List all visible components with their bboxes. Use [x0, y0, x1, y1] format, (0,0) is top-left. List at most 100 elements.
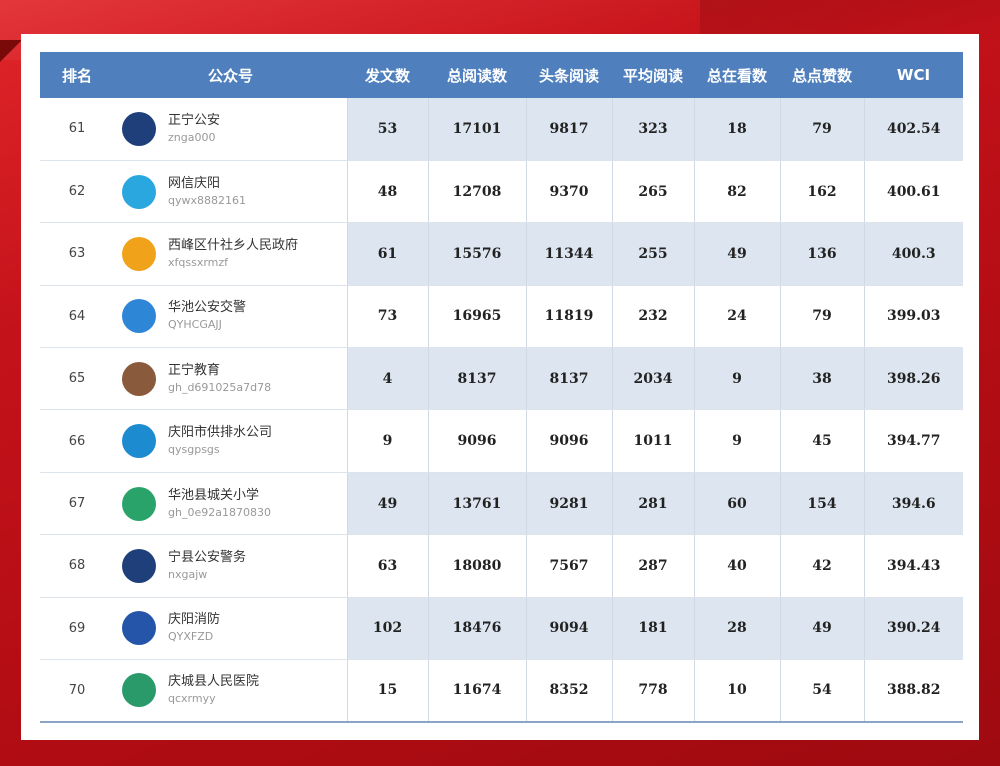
account-cell[interactable]: 华池公安交警 QYHCGAJJ: [114, 285, 347, 349]
headline-reads-cell: 8137: [525, 347, 612, 411]
rank-cell: 64: [40, 285, 114, 349]
headline-reads-cell: 11344: [525, 222, 612, 286]
corner-decoration: [0, 40, 22, 62]
avg-reads-cell: 265: [611, 160, 694, 224]
headline-reads-cell: 7567: [525, 534, 612, 598]
likes-cell: 79: [779, 285, 864, 349]
watching-cell: 9: [693, 347, 780, 411]
watching-cell: 82: [693, 160, 780, 224]
account-cell[interactable]: 华池县城关小学 gh_0e92a1870830: [114, 472, 347, 536]
wci-cell: 402.54: [863, 98, 963, 161]
header-total-reads: 总阅读数: [428, 52, 526, 98]
account-cell[interactable]: 宁县公安警务 nxgajw: [114, 534, 347, 598]
headline-reads-cell: 8352: [525, 659, 612, 723]
account-id: QYXFZD: [168, 630, 214, 644]
avg-reads-cell: 2034: [611, 347, 694, 411]
header-rank: 排名: [40, 52, 114, 98]
rank-cell: 63: [40, 222, 114, 286]
total-reads-cell: 13761: [427, 472, 526, 536]
total-reads-cell: 11674: [427, 659, 526, 723]
wci-cell: 394.77: [863, 409, 963, 473]
watching-cell: 28: [693, 597, 780, 661]
table-row: 67 华池县城关小学 gh_0e92a1870830 49 13761 9281 281 60…: [40, 472, 963, 536]
headline-reads-cell: 9370: [525, 160, 612, 224]
likes-cell: 154: [779, 472, 864, 536]
account-name[interactable]: 庆阳市供排水公司: [168, 424, 272, 442]
wci-cell: 400.61: [863, 160, 963, 224]
table-row: 63 西峰区什社乡人民政府 xfqssxrmzf 61 15576 11344 255 49 1…: [40, 222, 963, 286]
account-id: qysgpsgs: [168, 443, 220, 457]
avg-reads-cell: 281: [611, 472, 694, 536]
wci-cell: 388.82: [863, 659, 963, 723]
rank-cell: 70: [40, 659, 114, 723]
likes-cell: 49: [779, 597, 864, 661]
avg-reads-cell: 323: [611, 98, 694, 161]
account-name[interactable]: 华池公安交警: [168, 299, 246, 317]
table-row: 69 庆阳消防 QYXFZD 102 18476 9094 181 28 49 390.24: [40, 597, 963, 661]
account-name[interactable]: 正宁教育: [168, 362, 271, 380]
account-name[interactable]: 正宁公安: [168, 112, 220, 130]
table-row: 70 庆城县人民医院 qcxrmyy 15 11674 8352 778 10 54 388.82: [40, 659, 963, 723]
avg-reads-cell: 255: [611, 222, 694, 286]
account-name[interactable]: 西峰区什社乡人民政府: [168, 237, 298, 255]
account-id: xfqssxrmzf: [168, 255, 229, 269]
school-emblem-icon: [122, 486, 156, 521]
account-cell[interactable]: 正宁教育 gh_d691025a7d78: [114, 347, 347, 411]
account-cell[interactable]: 庆阳市供排水公司 qysgpsgs: [114, 409, 347, 473]
government-emblem-icon: [122, 236, 156, 271]
account-id: qywx8882161: [168, 193, 246, 207]
total-reads-cell: 18476: [427, 597, 526, 661]
rank-cell: 69: [40, 597, 114, 661]
table-row: 66 庆阳市供排水公司 qysgpsgs 9 9096 9096 1011 9 45 394.77: [40, 409, 963, 473]
headline-reads-cell: 9096: [525, 409, 612, 473]
account-id: gh_0e92a1870830: [168, 505, 271, 519]
rank-cell: 66: [40, 409, 114, 473]
wci-cell: 394.6: [863, 472, 963, 536]
total-reads-cell: 15576: [427, 222, 526, 286]
posts-cell: 63: [346, 534, 428, 598]
likes-cell: 79: [779, 98, 864, 161]
likes-cell: 45: [779, 409, 864, 473]
posts-cell: 15: [346, 659, 428, 723]
posts-cell: 48: [346, 160, 428, 224]
headline-reads-cell: 9094: [525, 597, 612, 661]
watching-cell: 10: [693, 659, 780, 723]
watching-cell: 49: [693, 222, 780, 286]
account-name[interactable]: 宁县公安警务: [168, 549, 246, 567]
header-headline-reads: 头条阅读: [526, 52, 612, 98]
wci-cell: 399.03: [863, 285, 963, 349]
ranking-table: 排名 公众号 发文数 总阅读数 头条阅读 平均阅读 总在看数 总点赞数 WCI …: [40, 52, 963, 723]
total-reads-cell: 8137: [427, 347, 526, 411]
likes-cell: 42: [779, 534, 864, 598]
posts-cell: 73: [346, 285, 428, 349]
account-cell[interactable]: 网信庆阳 qywx8882161: [114, 160, 347, 224]
total-reads-cell: 9096: [427, 409, 526, 473]
account-name[interactable]: 庆阳消防: [168, 611, 220, 629]
table-row: 68 宁县公安警务 nxgajw 63 18080 7567 287 40 42 394.43: [40, 534, 963, 598]
wci-cell: 398.26: [863, 347, 963, 411]
watching-cell: 18: [693, 98, 780, 161]
header-likes: 总点赞数: [780, 52, 864, 98]
likes-cell: 54: [779, 659, 864, 723]
account-name[interactable]: 庆城县人民医院: [168, 673, 259, 691]
table-row: 64 华池公安交警 QYHCGAJJ 73 16965 11819 232 24 79 399.0…: [40, 285, 963, 349]
account-id: gh_d691025a7d78: [168, 380, 272, 394]
avg-reads-cell: 232: [611, 285, 694, 349]
avg-reads-cell: 778: [611, 659, 694, 723]
account-cell[interactable]: 西峰区什社乡人民政府 xfqssxrmzf: [114, 222, 347, 286]
account-cell[interactable]: 庆城县人民医院 qcxrmyy: [114, 659, 347, 723]
headline-reads-cell: 9817: [525, 98, 612, 161]
account-id: znga000: [168, 130, 216, 144]
total-reads-cell: 18080: [427, 534, 526, 598]
account-cell[interactable]: 正宁公安 znga000: [114, 98, 347, 161]
account-id: qcxrmyy: [168, 692, 216, 706]
water-company-icon: [122, 424, 156, 459]
avg-reads-cell: 181: [611, 597, 694, 661]
rank-cell: 68: [40, 534, 114, 598]
account-name[interactable]: 华池县城关小学: [168, 487, 271, 505]
headline-reads-cell: 9281: [525, 472, 612, 536]
account-id: nxgajw: [168, 567, 208, 581]
ranking-panel: 排名 公众号 发文数 总阅读数 头条阅读 平均阅读 总在看数 总点赞数 WCI …: [21, 34, 979, 740]
account-cell[interactable]: 庆阳消防 QYXFZD: [114, 597, 347, 661]
account-name[interactable]: 网信庆阳: [168, 175, 246, 193]
